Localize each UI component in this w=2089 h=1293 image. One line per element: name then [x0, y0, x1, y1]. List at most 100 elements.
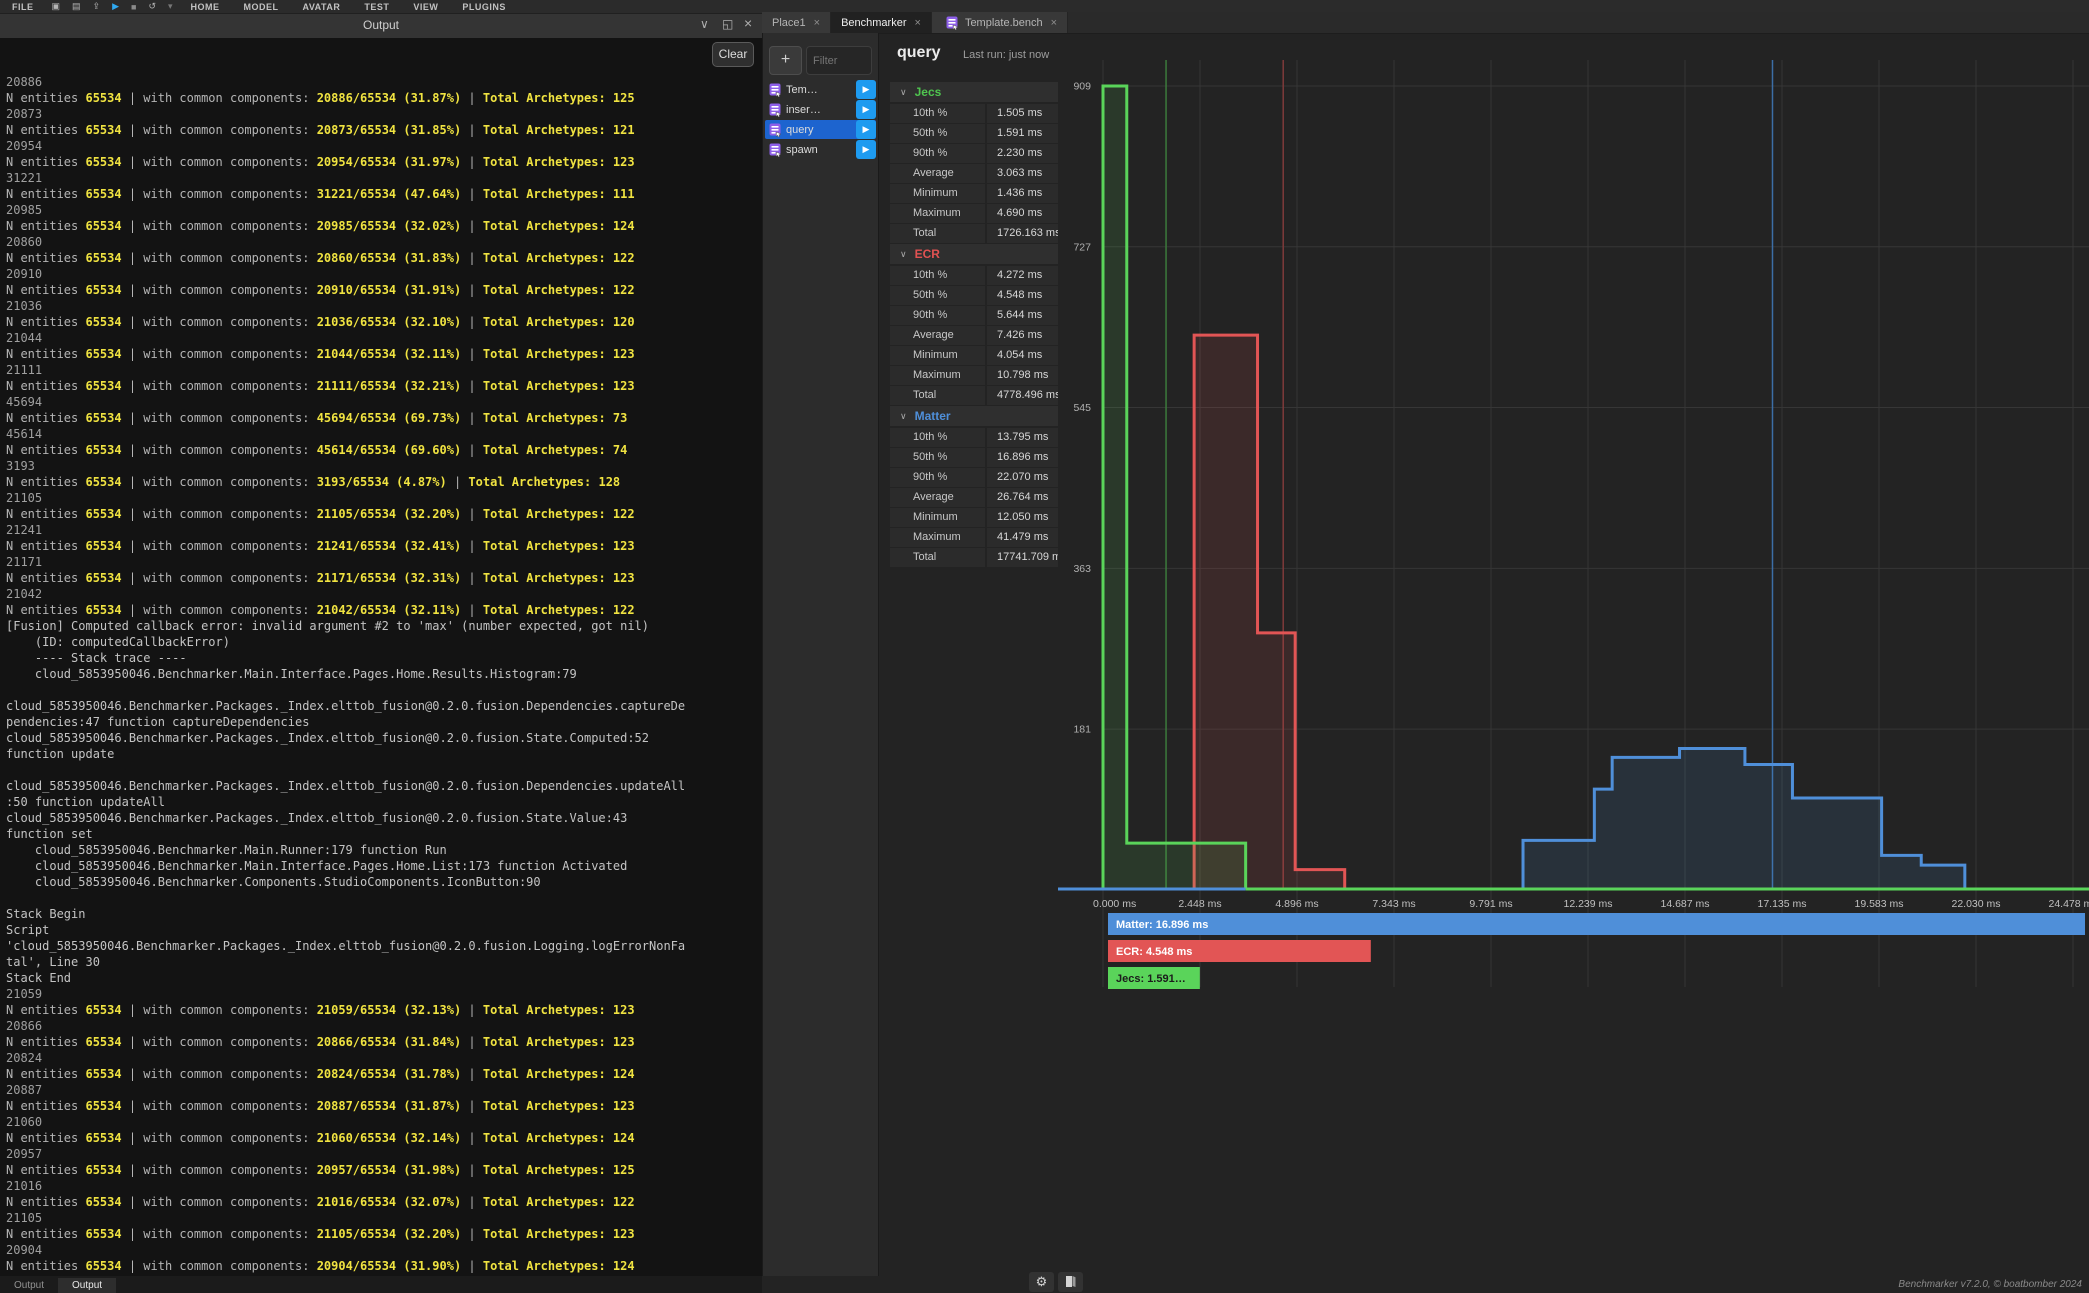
console-line: N entities 65534 | with common component…: [6, 1002, 756, 1018]
console-line: cloud_5853950046.Benchmarker.Packages._I…: [6, 698, 756, 714]
console-line: [6, 762, 756, 778]
script-icon: [769, 103, 782, 117]
filter-input-wrap: [806, 46, 872, 75]
svg-text:545: 545: [1073, 402, 1091, 414]
console-line: 20824: [6, 1050, 756, 1066]
stop-icon[interactable]: ■: [125, 2, 142, 12]
close-icon[interactable]: ×: [744, 15, 752, 31]
svg-text:363: 363: [1073, 563, 1091, 575]
chevron-down-icon: ∨: [900, 411, 907, 422]
output-panel-header: Output ∨ ◱ ×: [0, 14, 762, 39]
console-line: 21060: [6, 1114, 756, 1130]
output-console[interactable]: 20886N entities 65534 | with common comp…: [0, 38, 762, 1276]
console-line: 31221: [6, 170, 756, 186]
console-line: 21111: [6, 362, 756, 378]
console-line: 20985: [6, 202, 756, 218]
console-line: :50 function updateAll: [6, 794, 756, 810]
tab-benchmarker[interactable]: Benchmarker×: [831, 12, 932, 33]
console-line: N entities 65534 | with common component…: [6, 90, 756, 106]
tab-close-icon[interactable]: ×: [915, 17, 921, 29]
run-benchmark-button[interactable]: ▶: [856, 80, 876, 99]
console-line: [Fusion] Computed callback error: invali…: [6, 618, 756, 634]
script-icon: [769, 143, 782, 157]
console-line: N entities 65534 | with common component…: [6, 314, 756, 330]
console-line: cloud_5853950046.Benchmarker.Main.Interf…: [6, 666, 756, 682]
run-benchmark-button[interactable]: ▶: [856, 100, 876, 119]
save-icon[interactable]: ▤: [66, 1, 87, 12]
console-line: cloud_5853950046.Benchmarker.Main.Interf…: [6, 858, 756, 874]
console-line: 20887: [6, 1082, 756, 1098]
console-line: 20860: [6, 234, 756, 250]
console-line: pendencies:47 function captureDependenci…: [6, 714, 756, 730]
svg-text:Matter: 16.896 ms: Matter: 16.896 ms: [1116, 919, 1208, 931]
file-menu[interactable]: FILE: [0, 2, 46, 12]
result-title: query: [897, 44, 941, 62]
svg-text:12.239 ms: 12.239 ms: [1563, 898, 1612, 910]
svg-text:24.478 ms: 24.478 ms: [2048, 898, 2089, 910]
console-line: Stack Begin: [6, 906, 756, 922]
menu-model[interactable]: MODEL: [232, 2, 291, 12]
console-line: N entities 65534 | with common component…: [6, 410, 756, 426]
console-line: function set: [6, 826, 756, 842]
benchmark-item-spawn[interactable]: spawn▶: [765, 140, 876, 159]
dock-icon[interactable]: ◱: [722, 17, 733, 31]
menu-view[interactable]: VIEW: [401, 2, 450, 12]
console-line: 20886: [6, 74, 756, 90]
console-line: N entities 65534 | with common component…: [6, 1194, 756, 1210]
console-line: 21044: [6, 330, 756, 346]
console-line: 20954: [6, 138, 756, 154]
svg-text:9.791 ms: 9.791 ms: [1469, 898, 1512, 910]
benchmark-item-tem[interactable]: Tem…▶: [765, 80, 876, 99]
console-line: 20873: [6, 106, 756, 122]
console-line: ---- Stack trace ----: [6, 650, 756, 666]
svg-text:4.896 ms: 4.896 ms: [1275, 898, 1318, 910]
console-line: 21105: [6, 1210, 756, 1226]
console-line: 45694: [6, 394, 756, 410]
svg-text:0.000 ms: 0.000 ms: [1093, 898, 1136, 910]
run-benchmark-button[interactable]: ▶: [856, 140, 876, 159]
console-line: 45614: [6, 426, 756, 442]
svg-text:7.343 ms: 7.343 ms: [1372, 898, 1415, 910]
console-line: Script: [6, 922, 756, 938]
play-icon[interactable]: ▶: [106, 1, 125, 12]
benchmark-list-panel: + Tem…▶inser…▶query▶spawn▶: [762, 33, 879, 1276]
script-icon: [769, 123, 782, 137]
paste-icon[interactable]: ▣: [46, 1, 67, 12]
collapse-chevron-icon[interactable]: ∨: [700, 17, 709, 31]
menu-avatar[interactable]: AVATAR: [291, 2, 353, 12]
chevron-down-icon: ∨: [900, 249, 907, 260]
menu-plugins[interactable]: PLUGINS: [450, 2, 518, 12]
console-line: N entities 65534 | with common component…: [6, 538, 756, 554]
console-line: N entities 65534 | with common component…: [6, 378, 756, 394]
filter-input[interactable]: [807, 47, 871, 74]
publish-icon[interactable]: ⇪: [87, 1, 107, 12]
run-benchmark-button[interactable]: ▶: [856, 120, 876, 139]
console-line: cloud_5853950046.Benchmarker.Main.Runner…: [6, 842, 756, 858]
undo-icon[interactable]: ↺: [142, 1, 162, 12]
console-line: 21016: [6, 1178, 756, 1194]
svg-text:14.687 ms: 14.687 ms: [1660, 898, 1709, 910]
svg-text:727: 727: [1073, 241, 1091, 253]
tab-place1[interactable]: Place1×: [762, 12, 831, 33]
script-icon: [769, 83, 782, 97]
console-line: Stack End: [6, 970, 756, 986]
console-line: N entities 65534 | with common component…: [6, 282, 756, 298]
svg-text:ECR: 4.548 ms: ECR: 4.548 ms: [1116, 946, 1192, 958]
console-line: N entities 65534 | with common component…: [6, 1130, 756, 1146]
clear-button[interactable]: Clear: [712, 42, 754, 67]
console-line: 21059: [6, 986, 756, 1002]
tab-template-bench[interactable]: Template.bench×: [932, 12, 1068, 33]
menu-test[interactable]: TEST: [352, 2, 401, 12]
redo-caret-icon[interactable]: ▾: [162, 1, 179, 12]
menu-home[interactable]: HOME: [179, 2, 232, 12]
console-line: tal', Line 30: [6, 954, 756, 970]
benchmark-item-query[interactable]: query▶: [765, 120, 876, 139]
console-line: 21036: [6, 298, 756, 314]
console-line: (ID: computedCallbackError): [6, 634, 756, 650]
console-line: 20910: [6, 266, 756, 282]
tab-close-icon[interactable]: ×: [814, 17, 820, 29]
console-line: N entities 65534 | with common component…: [6, 1066, 756, 1082]
benchmark-item-inser[interactable]: inser…▶: [765, 100, 876, 119]
tab-close-icon[interactable]: ×: [1051, 17, 1057, 29]
add-benchmark-button[interactable]: +: [769, 46, 802, 75]
